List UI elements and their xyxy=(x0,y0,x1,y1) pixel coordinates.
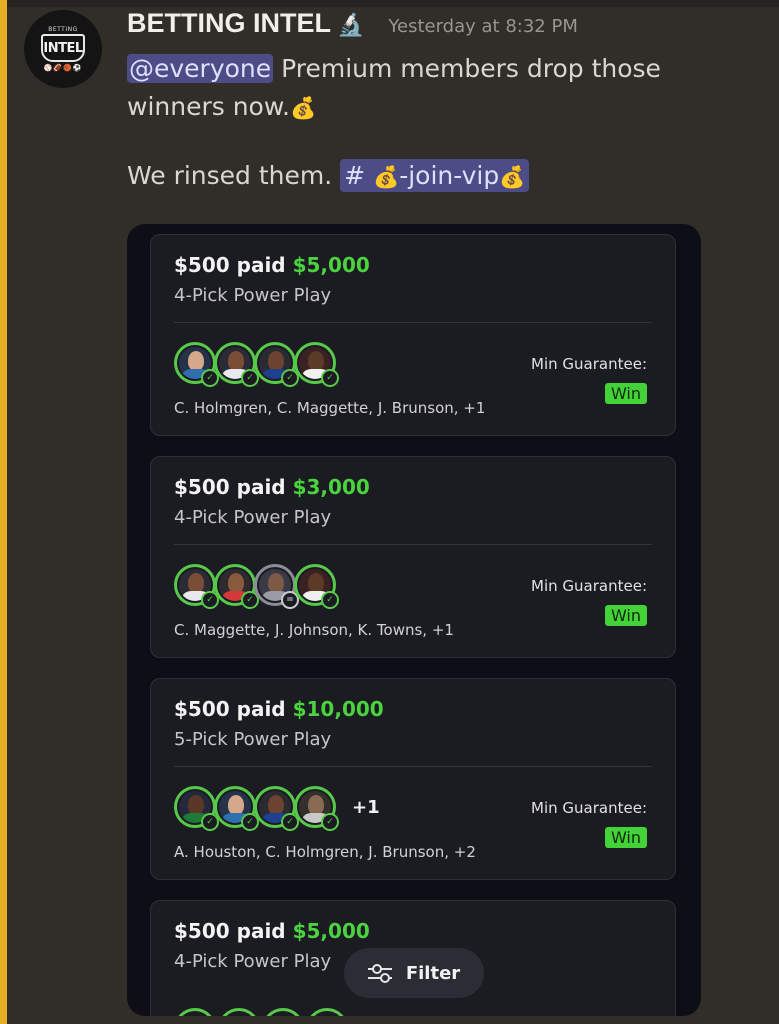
play-type: 4-Pick Power Play xyxy=(174,285,332,306)
min-guarantee-label: Min Guarantee: xyxy=(531,799,647,817)
play-type: 4-Pick Power Play xyxy=(174,951,332,972)
sliders-icon xyxy=(367,963,392,983)
filter-label: Filter xyxy=(405,962,461,984)
money-bag-icon: 💰 xyxy=(289,96,317,120)
everyone-mention[interactable]: @everyone xyxy=(127,54,274,83)
money-bag-icon: 💰 xyxy=(499,165,526,189)
divider xyxy=(174,544,652,545)
divider xyxy=(174,322,652,323)
player-headshot xyxy=(306,1008,348,1016)
money-bag-icon: 💰 xyxy=(373,165,400,189)
bet-card[interactable]: $500 paid $3,000 4-Pick Power Play ✓ ✓ =… xyxy=(150,456,676,658)
player-names: C. Maggette, J. Johnson, K. Towns, +1 xyxy=(174,621,454,639)
win-badge: Win xyxy=(604,383,647,404)
player-avatars: ✓ ✓ ✓ ✓ +1 xyxy=(174,786,380,831)
card-title: $500 paid $5,000 xyxy=(174,919,370,943)
avatar-main-text: INTEL xyxy=(43,40,83,56)
player-avatars-peek xyxy=(174,1008,350,1016)
payout-amount: $5,000 xyxy=(292,253,370,277)
card-title: $500 paid $10,000 xyxy=(174,697,384,721)
bet-card[interactable]: $500 paid $10,000 5-Pick Power Play ✓ ✓ … xyxy=(150,678,676,880)
player-avatars: ✓ ✓ ✓ ✓ xyxy=(174,342,339,387)
paid-label: $500 paid xyxy=(174,697,286,721)
play-type: 5-Pick Power Play xyxy=(174,729,332,750)
channel-name: -join-vip xyxy=(399,161,500,190)
player-headshot: ✓ xyxy=(174,564,219,609)
player-headshot xyxy=(262,1008,304,1016)
payout-amount: $5,000 xyxy=(292,919,370,943)
avatar-balls: ⚾🏈🏀⚽ xyxy=(43,64,83,72)
check-icon: ✓ xyxy=(321,369,339,387)
card-title: $500 paid $3,000 xyxy=(174,475,370,499)
avatar-shield: INTEL xyxy=(41,34,85,62)
divider xyxy=(174,766,652,767)
card-title: $500 paid $5,000 xyxy=(174,253,370,277)
payout-amount: $10,000 xyxy=(292,697,384,721)
play-type: 4-Pick Power Play xyxy=(174,507,332,528)
avatar-top-text: BETTING xyxy=(48,26,78,33)
message-header: BETTING INTEL 🔬 Yesterday at 8:32 PM xyxy=(127,8,747,46)
mention-highlight-bar xyxy=(0,0,7,1024)
image-attachment[interactable]: $500 paid $5,000 4-Pick Power Play ✓ ✓ ✓… xyxy=(127,224,701,1016)
player-names: C. Holmgren, C. Maggette, J. Brunson, +1 xyxy=(174,399,486,417)
player-names: A. Houston, C. Holmgren, J. Brunson, +2 xyxy=(174,843,476,861)
player-headshot: ✓ xyxy=(174,786,219,831)
paid-label: $500 paid xyxy=(174,919,286,943)
player-headshot: ✓ xyxy=(294,786,339,831)
message-timestamp[interactable]: Yesterday at 8:32 PM xyxy=(388,16,577,37)
channel-link-join-vip[interactable]: # 💰-join-vip💰 xyxy=(340,159,530,192)
message: BETTING INTEL 🔬 Yesterday at 8:32 PM @ev… xyxy=(127,8,747,196)
payout-amount: $3,000 xyxy=(292,475,370,499)
paid-label: $500 paid xyxy=(174,475,286,499)
player-headshot: ✓ xyxy=(174,342,219,387)
min-guarantee-label: Min Guarantee: xyxy=(531,355,647,373)
message-body: @everyone Premium members drop those win… xyxy=(127,50,747,196)
player-headshot: ✓ xyxy=(254,786,299,831)
min-guarantee-label: Min Guarantee: xyxy=(531,577,647,595)
player-headshot: ✓ xyxy=(214,786,259,831)
player-avatars: ✓ ✓ = ✓ xyxy=(174,564,339,609)
paid-label: $500 paid xyxy=(174,253,286,277)
player-headshot xyxy=(218,1008,260,1016)
check-icon: ✓ xyxy=(321,813,339,831)
win-badge: Win xyxy=(604,827,647,848)
player-headshot: = xyxy=(254,564,299,609)
player-headshot: ✓ xyxy=(214,342,259,387)
player-headshot: ✓ xyxy=(294,564,339,609)
player-headshot: ✓ xyxy=(214,564,259,609)
more-players-count: +1 xyxy=(352,796,380,818)
author-name[interactable]: BETTING INTEL xyxy=(127,8,331,39)
channel-hash-icon: # xyxy=(344,161,374,190)
player-headshot: ✓ xyxy=(294,342,339,387)
author-avatar[interactable]: BETTING INTEL ⚾🏈🏀⚽ xyxy=(24,10,102,88)
check-icon: ✓ xyxy=(321,591,339,609)
message-line2: We rinsed them. xyxy=(127,161,341,190)
top-strip xyxy=(0,0,779,7)
microscope-icon: 🔬 xyxy=(337,13,365,38)
filter-button[interactable]: Filter xyxy=(344,948,484,998)
bet-card[interactable]: $500 paid $5,000 4-Pick Power Play ✓ ✓ ✓… xyxy=(150,234,676,436)
win-badge: Win xyxy=(604,605,647,626)
player-headshot xyxy=(174,1008,216,1016)
player-headshot: ✓ xyxy=(254,342,299,387)
